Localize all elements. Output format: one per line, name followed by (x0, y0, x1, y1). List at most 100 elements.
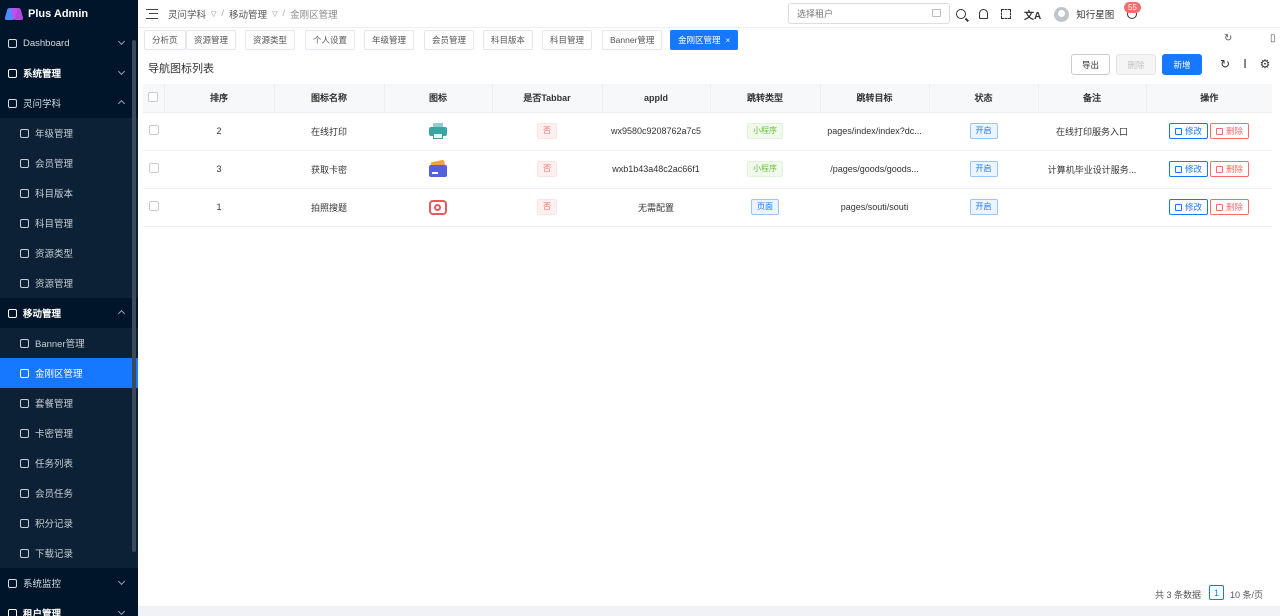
app-name: Plus Admin (28, 8, 89, 20)
trash-icon (1216, 127, 1223, 135)
refresh-icon[interactable]: ↻ (1224, 33, 1236, 45)
export-button[interactable]: 导出 (1071, 54, 1110, 75)
sidebar-item[interactable]: 积分记录 (0, 508, 138, 538)
sidebar-item[interactable]: 任务列表 (0, 448, 138, 478)
menu-fold-icon[interactable] (146, 8, 158, 19)
edit-button[interactable]: 修改 (1168, 199, 1208, 215)
chevron-down-icon (117, 37, 126, 46)
edit-button[interactable]: 修改 (1168, 161, 1208, 177)
column-header: 图标 (384, 84, 493, 113)
appid-cell: 无需配置 (602, 188, 710, 227)
page-number[interactable]: 1 (1209, 585, 1224, 600)
delete-button[interactable]: 删除 (1210, 123, 1250, 139)
edit-button[interactable]: 修改 (1168, 123, 1208, 139)
breadcrumb-item[interactable]: 移动管理 (229, 7, 267, 21)
icon-cell (384, 150, 492, 189)
menu-icon (20, 248, 29, 258)
breadcrumb: 灵问学科 ▽ / 移动管理 ▽ / 金刚区管理 (168, 7, 338, 21)
delete-button[interactable]: 删除 (1210, 199, 1250, 215)
fullscreen-icon[interactable] (1001, 9, 1011, 19)
sidebar-item[interactable]: 系统管理 (0, 58, 138, 88)
pagination: 共 3 条数据 1 10 条/页 (138, 582, 1280, 606)
menu-icon (20, 458, 29, 468)
sidebar-item-label: 套餐管理 (35, 399, 74, 410)
sidebar-item-label: 下载记录 (35, 549, 74, 560)
column-header[interactable]: 排序 (164, 84, 275, 113)
add-button[interactable]: 新增 (1162, 54, 1202, 75)
sidebar-item[interactable]: 会员任务 (0, 478, 138, 508)
sidebar: Plus Admin Dashboard 系统管理 灵问学科 年级管理 会员管理 科目版本… (0, 0, 138, 616)
row-checkbox[interactable] (148, 125, 159, 135)
remark-cell: 计算机毕业设计服务... (1038, 150, 1146, 189)
sidebar-scrollbar[interactable] (132, 40, 136, 552)
username[interactable]: 知行星图 (1076, 7, 1114, 21)
translate-icon[interactable]: 文A (1024, 7, 1041, 22)
remark-cell: 在线打印服务入口 (1038, 112, 1146, 151)
appid-cell: wxb1b43a48c2ac66f1 (602, 150, 710, 189)
menu-icon (20, 518, 29, 528)
sidebar-item[interactable]: 会员管理 (0, 148, 138, 178)
tab-jingang[interactable]: 金刚区管理 × (670, 30, 739, 50)
sidebar-item[interactable]: 资源管理 (0, 268, 138, 298)
table-row: 2 在线打印 否 wx9580c9208762a7c5 小程序 pages/index/i… (143, 112, 1272, 151)
close-icon[interactable]: × (726, 36, 731, 45)
tab-menu-icon[interactable]: ▯ (1270, 33, 1280, 45)
edit-icon (1174, 127, 1182, 135)
tab-resource-type[interactable]: 资源类型 (245, 30, 296, 50)
tab-banner[interactable]: Banner管理 (602, 30, 663, 50)
density-icon[interactable]: Ⅰ (1238, 57, 1252, 71)
sidebar-item-label: Banner管理 (35, 339, 85, 350)
sidebar-item[interactable]: 资源类型 (0, 238, 138, 268)
menu-icon (20, 338, 29, 348)
sidebar-item[interactable]: 移动管理 (0, 298, 138, 328)
select-all-checkbox[interactable] (148, 91, 159, 102)
avatar[interactable] (1054, 6, 1070, 22)
bell-icon[interactable] (979, 9, 988, 19)
sidebar-item[interactable]: 下载记录 (0, 538, 138, 568)
sidebar-item[interactable]: Banner管理 (0, 328, 138, 358)
sidebar-item[interactable]: 租户管理 (0, 598, 138, 616)
row-checkbox[interactable] (148, 201, 159, 211)
select-all-cell (143, 84, 165, 113)
sidebar-item[interactable]: 科目版本 (0, 178, 138, 208)
tenant-select[interactable] (788, 3, 950, 24)
sidebar-item[interactable]: 灵问学科 (0, 88, 138, 118)
tab-subject[interactable]: 科目管理 (542, 30, 593, 50)
chevron-down-icon: ▽ (272, 10, 278, 18)
sidebar-item[interactable]: 系统监控 (0, 568, 138, 598)
sidebar-item[interactable]: 套餐管理 (0, 388, 138, 418)
sidebar-item[interactable]: Dashboard (0, 28, 138, 58)
sidebar-item-label: 积分记录 (35, 519, 74, 530)
sort-cell: 1 (164, 188, 274, 227)
column-header: 备注 (1038, 84, 1147, 113)
menu-icon (20, 218, 29, 228)
tabbar-tag: 否 (537, 199, 557, 215)
tab-member[interactable]: 会员管理 (424, 30, 475, 50)
logo-icon (4, 6, 24, 22)
breadcrumb-item[interactable]: 灵问学科 (168, 7, 206, 21)
printer-icon (428, 122, 448, 140)
search-icon[interactable] (956, 9, 966, 19)
tab-resource[interactable]: 资源管理 (186, 30, 237, 50)
tab-analysis[interactable]: 分析页 (144, 30, 186, 50)
sidebar-item[interactable]: 科目管理 (0, 208, 138, 238)
settings-icon[interactable]: ⚙ (1258, 57, 1272, 71)
logo[interactable]: Plus Admin (0, 0, 138, 28)
horizontal-scrollbar[interactable] (138, 606, 1280, 616)
sidebar-item[interactable]: 金刚区管理 (0, 358, 138, 388)
tab-grade[interactable]: 年级管理 (364, 30, 415, 50)
column-header: appId (602, 84, 711, 113)
chevron-down-icon (117, 67, 126, 76)
tab-subject-version[interactable]: 科目版本 (483, 30, 534, 50)
sidebar-menu: Dashboard 系统管理 灵问学科 年级管理 会员管理 科目版本 科目管理 资源类型 资源管… (0, 28, 138, 616)
column-header: 跳转目标 (820, 84, 930, 113)
sort-cell: 3 (164, 150, 274, 189)
sidebar-item[interactable]: 卡密管理 (0, 418, 138, 448)
sidebar-item[interactable]: 年级管理 (0, 118, 138, 148)
page-size-select[interactable]: 10 条/页 (1230, 588, 1263, 601)
tab-profile[interactable]: 个人设置 (305, 30, 356, 50)
row-checkbox[interactable] (148, 163, 159, 173)
refresh-icon[interactable]: ↻ (1218, 57, 1232, 71)
delete-button[interactable]: 删除 (1210, 161, 1250, 177)
batch-delete-button[interactable]: 删除 (1116, 54, 1156, 75)
